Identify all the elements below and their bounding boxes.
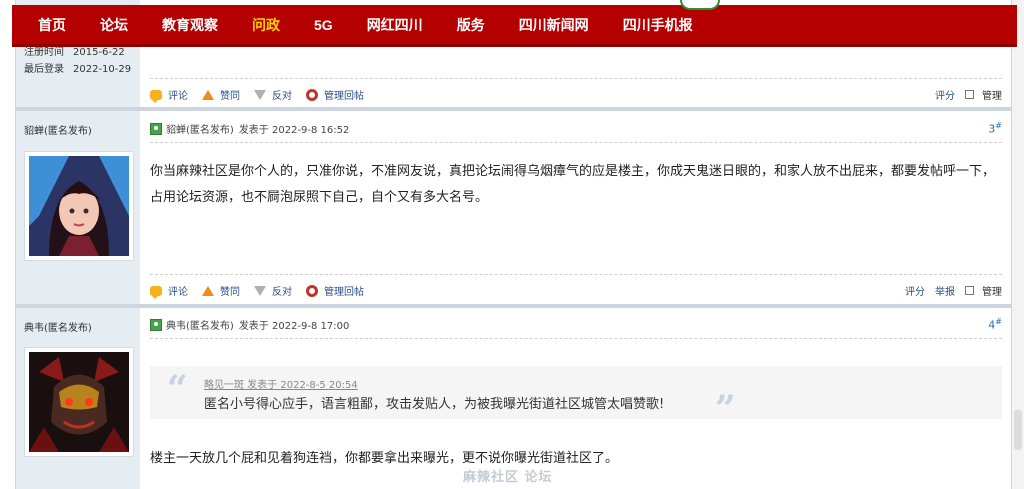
post3-content: 楼主一天放几个屁和见着狗连裆，你都要拿出来曝光，更不说你曝光街道社区了。 xyxy=(150,451,619,466)
post2-user-name[interactable]: 貂蝉(匿名发布) xyxy=(16,111,140,145)
nav-item-sichuan-news[interactable]: 四川新闻网 xyxy=(502,15,606,35)
manage-reply-label: 管理回帖 xyxy=(324,91,364,102)
forum-page: 首页 论坛 教育观察 问政 5G 网红四川 版务 四川新闻网 四川手机报 注册时… xyxy=(0,0,1024,489)
post3-time: 发表于 2022-9-8 17:00 xyxy=(238,321,350,332)
post-separator xyxy=(16,304,1011,308)
post2-content: 你当麻辣社区是你个人的，只准你说，不准网友说，真把论坛闹得乌烟瘴气的应是楼主，你… xyxy=(150,164,996,205)
avatar-image xyxy=(29,352,129,452)
oppose-label: 反对 xyxy=(272,91,292,102)
nav-item-banwu[interactable]: 版务 xyxy=(440,15,502,35)
comment-icon xyxy=(150,285,162,299)
like-button[interactable]: 赞同 xyxy=(202,87,240,102)
post1-right-actions: 评分 管理 xyxy=(935,87,1002,102)
comment-label: 评论 xyxy=(168,287,188,298)
rate-link[interactable]: 评分 xyxy=(935,87,955,102)
post3-author-link[interactable]: 典韦(匿名发布) xyxy=(166,317,234,332)
manage-label: 管理 xyxy=(982,91,1002,102)
post2-action-bar: 评论 赞同 反对 管理回帖 评分 举报 管理 xyxy=(150,274,1002,304)
post2-floor-number[interactable]: 3# xyxy=(988,121,1002,136)
post3-user-name[interactable]: 典韦(匿名发布) xyxy=(16,308,140,342)
scrollbar-thumb[interactable] xyxy=(1014,410,1022,450)
nav-item-sichuan-mobile[interactable]: 四川手机报 xyxy=(606,15,710,35)
avatar-image xyxy=(29,156,129,256)
post2-avatar[interactable] xyxy=(24,151,134,261)
comment-button[interactable]: 评论 xyxy=(150,87,188,103)
thumb-down-icon xyxy=(254,89,266,100)
oppose-label: 反对 xyxy=(272,287,292,298)
like-button[interactable]: 赞同 xyxy=(202,283,240,298)
manage-label: 管理 xyxy=(982,287,1002,298)
nav-item-wanghong-sichuan[interactable]: 网红四川 xyxy=(350,15,440,35)
rate-link[interactable]: 评分 xyxy=(905,283,925,298)
top-navigation-bar: 首页 论坛 教育观察 问政 5G 网红四川 版务 四川新闻网 四川手机报 xyxy=(12,5,1017,47)
post3-action-bar-partial xyxy=(150,484,330,489)
nav-item-wenzheng[interactable]: 问政 xyxy=(235,15,297,35)
user-profile-icon xyxy=(150,122,162,135)
last-login-value: 2022-10-29 xyxy=(73,64,132,75)
like-label: 赞同 xyxy=(220,91,240,102)
site-watermark: 麻辣社区 论坛 xyxy=(463,470,553,485)
thumb-up-icon xyxy=(202,285,214,296)
quote-close-icon: ” xyxy=(715,388,736,430)
post2-author-link[interactable]: 貂蝉(匿名发布) xyxy=(166,121,234,136)
quote-text: 匿名小号得心应手，语言粗鄙，攻击发贴人，为被我曝光街道社区城管太唱赞歌! xyxy=(204,397,665,412)
comment-icon xyxy=(150,89,162,103)
gear-icon xyxy=(306,88,318,101)
post3-quote-block: “ 略见一斑 发表于 2022-8-5 20:54 匿名小号得心应手，语言粗鄙，… xyxy=(150,366,1002,430)
thumb-down-icon xyxy=(254,285,266,296)
post3-avatar[interactable] xyxy=(24,347,134,457)
thumb-up-icon xyxy=(202,89,214,100)
post3-header: 典韦(匿名发布) 发表于 2022-9-8 17:00 4# xyxy=(150,311,1002,339)
floor-mark: # xyxy=(995,317,1002,327)
oppose-button[interactable]: 反对 xyxy=(254,87,292,102)
manage-checkbox[interactable] xyxy=(965,286,974,295)
last-login-label: 最后登录 xyxy=(24,64,64,75)
like-label: 赞同 xyxy=(220,287,240,298)
nav-item-forum[interactable]: 论坛 xyxy=(83,15,145,35)
manage-reply-button[interactable]: 管理回帖 xyxy=(306,87,364,102)
comment-button[interactable]: 评论 xyxy=(150,283,188,299)
post1-user-info: 注册时间 2015-6-22 最后登录 2022-10-29 xyxy=(24,43,131,77)
manage-checkbox[interactable] xyxy=(965,90,974,99)
post3-floor-number[interactable]: 4# xyxy=(988,317,1002,332)
nav-item-education[interactable]: 教育观察 xyxy=(145,15,235,35)
quote-source-link[interactable]: 略见一斑 发表于 2022-8-5 20:54 xyxy=(204,376,358,391)
oppose-button[interactable]: 反对 xyxy=(254,283,292,298)
post-separator xyxy=(16,107,1011,111)
nav-item-5g[interactable]: 5G xyxy=(297,17,350,33)
gear-icon xyxy=(306,284,318,297)
post1-action-bar: 评论 赞同 反对 管理回帖 评分 管理 xyxy=(150,78,1002,108)
report-link[interactable]: 举报 xyxy=(935,283,955,298)
manage-reply-label: 管理回帖 xyxy=(324,287,364,298)
post2-right-actions: 评分 举报 管理 xyxy=(905,283,1002,298)
manage-reply-button[interactable]: 管理回帖 xyxy=(306,283,364,298)
user-profile-icon xyxy=(150,318,162,331)
floor-mark: # xyxy=(995,121,1002,131)
site-logo-badge xyxy=(680,0,720,10)
reg-time-value: 2015-6-22 xyxy=(73,47,125,58)
comment-label: 评论 xyxy=(168,91,188,102)
quote-open-icon: “ xyxy=(167,368,188,410)
nav-item-home[interactable]: 首页 xyxy=(12,15,83,35)
post2-header: 貂蝉(匿名发布) 发表于 2022-9-8 16:52 3# xyxy=(150,115,1002,143)
post2-time: 发表于 2022-9-8 16:52 xyxy=(238,125,350,136)
